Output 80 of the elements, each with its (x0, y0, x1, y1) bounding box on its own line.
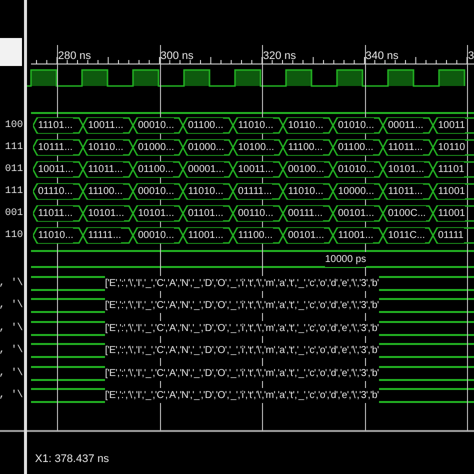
signal-value: 011 (4, 162, 23, 176)
bus-value: 11100... (233, 226, 283, 244)
bus-value: 01010... (333, 116, 383, 134)
bus-value: 10011 (433, 116, 474, 134)
bus-value: 01000... (133, 138, 183, 156)
bus-value: 11010... (283, 182, 333, 200)
bus-value: 10011... (233, 160, 283, 178)
bus-value: 10011... (83, 116, 133, 134)
string-value: ['E',':','\','I','_','C','A','N','_','D','O','_','i','t','\','m','a','t','_','c','o','d','e','\','3','b' (31, 298, 474, 314)
time-label: 320 ns (263, 50, 296, 62)
bus-value: 11101... (33, 116, 83, 134)
signal-value: , '\ (0, 366, 23, 381)
signal-value: , '\ (0, 298, 23, 314)
bus-value: 1011C... (383, 226, 433, 244)
cursor-position: X1: 378.437 ns (35, 452, 110, 467)
bus-value: 01100... (183, 116, 233, 134)
time-label: 280 ns (58, 50, 92, 62)
signal-value: 110 (4, 228, 23, 242)
time-label: 3 (468, 50, 474, 62)
bus-value: 11011... (383, 138, 433, 156)
bus-value: 01100... (133, 160, 183, 178)
bus-value: 00010... (133, 116, 183, 134)
string-value: ['E',':','\','I','_','C','A','N','_','D','O','_','i','t','\','m','a','t','_','c','o','d','e','\','3','b' (31, 320, 474, 336)
marker-label: 10000 ps (325, 252, 366, 266)
bus-value: 01101... (183, 204, 233, 222)
bus-value: 10000... (333, 182, 383, 200)
string-value: ['E',':','\','I','_','C','A','N','_','D','O','_','i','t','\','m','a','t','_','c','o','d','e','\','3','b' (31, 343, 474, 358)
bus-value: 00101... (283, 226, 333, 244)
bus-value: 10011... (33, 160, 83, 178)
bus-value: 01100... (333, 138, 383, 156)
bus-value: 11111... (83, 226, 133, 244)
time-label: 340 ns (366, 50, 399, 62)
signal-value: 100 (4, 118, 23, 132)
bus-value: 01111 (433, 226, 474, 244)
bus-value: 00110... (233, 204, 283, 222)
bus-value: 10101... (133, 204, 183, 222)
bus-value: 01110... (33, 182, 83, 200)
bus-value: 0100C... (383, 204, 433, 222)
bus-value: 11010... (233, 116, 283, 134)
bus-value: 00111... (283, 204, 333, 222)
bus-value: 11001... (183, 226, 233, 244)
string-value: ['E',':','\','I','_','C','A','N','_','D','O','_','i','t','\','m','a','t','_','c','o','d','e','\','3','b' (31, 388, 474, 404)
bus-value: 01111... (233, 182, 283, 200)
bus-value: 11001 (433, 204, 474, 222)
signal-value: , '\ (0, 322, 23, 336)
bus-value: 10101... (83, 204, 133, 222)
signal-value: , '\ (0, 344, 23, 358)
bus-value: 00100... (283, 160, 333, 178)
signal-value: 001 (4, 206, 23, 220)
header-field (0, 38, 22, 66)
signal-value: 111 (4, 140, 23, 154)
bus-value: 11011... (383, 182, 433, 200)
bus-value: 11011... (83, 160, 133, 178)
bus-value: 11010... (33, 226, 83, 244)
signal-value: 111 (4, 184, 23, 198)
bus-value: 01010... (333, 160, 383, 178)
bus-value: 11001... (333, 226, 383, 244)
time-label: 300 ns (160, 50, 194, 62)
signal-value: , '\ (0, 276, 23, 291)
string-value: ['E',':','\','I','_','C','A','N','_','D','O','_','i','t','\','m','a','t','_','c','o','d','e','\','3','b' (31, 276, 474, 291)
bus-value: 10101... (383, 160, 433, 178)
bus-value: 00001... (183, 160, 233, 178)
bus-value: 10110... (283, 116, 333, 134)
bus-value: 00101... (333, 204, 383, 222)
bus-value: 11001 (433, 182, 474, 200)
bus-value: 00010... (133, 226, 183, 244)
bus-value: 11011... (33, 204, 83, 222)
signal-value: , '\ (0, 388, 23, 404)
bus-value: 10110 (433, 138, 474, 156)
bus-value: 11100... (283, 138, 333, 156)
bus-value: 11100... (83, 182, 133, 200)
bus-value: 10100... (233, 138, 283, 156)
bus-value: 00010... (133, 182, 183, 200)
bus-value: 00011... (383, 116, 433, 134)
string-value: ['E',':','\','I','_','C','A','N','_','D','O','_','i','t','\','m','a','t','_','c','o','d','e','\','3','b' (31, 366, 474, 381)
bus-value: 11010... (183, 182, 233, 200)
bus-value: 11101 (433, 160, 474, 178)
bus-value: 10111... (33, 138, 83, 156)
bus-value: 01000... (183, 138, 233, 156)
bus-value: 10110... (83, 138, 133, 156)
